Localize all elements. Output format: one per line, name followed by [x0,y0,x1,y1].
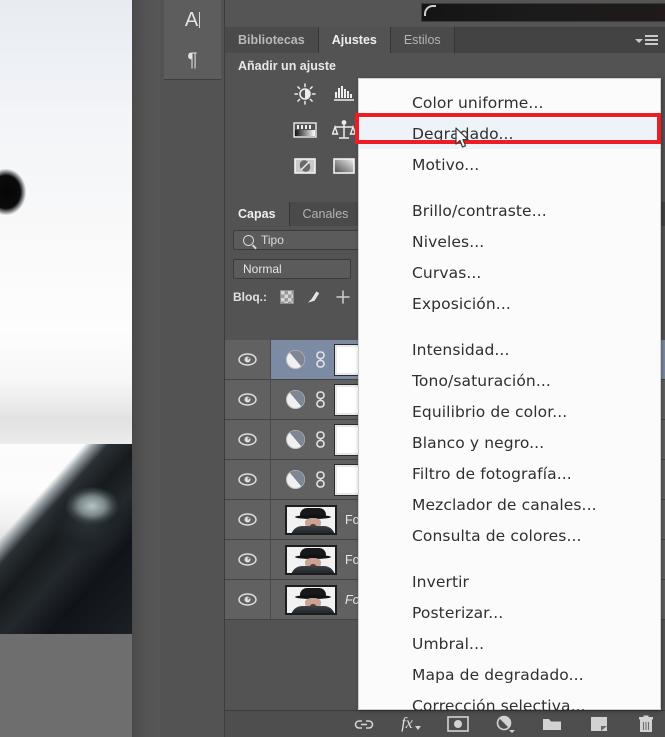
document-canvas[interactable] [0,0,132,737]
menu-item[interactable]: Equilibrio de color... [359,396,660,427]
layer-visibility-toggle[interactable] [225,380,271,419]
layer-filter-value: Tipo [261,233,284,247]
lock-position-icon[interactable] [334,289,351,306]
workspace-gutter [132,0,160,737]
menu-item[interactable]: Color uniforme... [359,87,660,118]
menu-item[interactable]: Umbral... [359,628,660,659]
layer-visibility-toggle[interactable] [225,500,271,539]
color-balance-icon[interactable] [289,117,321,143]
layer-thumbnail[interactable] [285,544,337,575]
canvas-photo [0,0,132,634]
character-panel-icon[interactable]: A [164,0,221,40]
canvas-background [0,634,132,737]
menu-item[interactable]: Posterizar... [359,597,660,628]
menu-separator [359,319,660,334]
menu-item[interactable]: Invertir [359,566,660,597]
eye-icon [238,513,257,526]
photo-detail-stitch [11,552,83,589]
levels-icon[interactable] [328,81,360,107]
blend-mode-value: Normal [243,262,282,276]
blend-mode-select[interactable]: Normal [233,259,351,279]
chevron-down-icon [414,726,421,730]
menu-item[interactable]: Tono/saturación... [359,365,660,396]
link-mask-icon[interactable] [314,431,327,448]
eye-icon [238,353,257,366]
add-adjustment-dropdown-menu[interactable]: Color uniforme... Degradado... Motivo... Br… [358,78,661,715]
posterize-icon[interactable] [289,153,321,179]
adjustments-panel-title: Añadir un ajuste [238,59,336,73]
tab-bibliotecas[interactable]: Bibliotecas [225,27,319,53]
layer-visibility-toggle[interactable] [225,580,271,619]
eye-icon [238,593,257,606]
black-and-white-icon[interactable] [328,117,360,143]
menu-item[interactable]: Intensidad... [359,334,660,365]
tab-ajustes-label: Ajustes [331,33,377,47]
adjustment-layer-icon [286,390,305,409]
paragraph-panel-glyph: ¶ [187,49,198,71]
tab-ajustes[interactable]: Ajustes [318,27,391,53]
menu-item[interactable]: Mezclador de canales... [359,489,660,520]
menu-item[interactable]: Motivo... [359,149,660,180]
lock-transparent-pixels-icon[interactable] [278,289,295,306]
adjustment-layer-icon [286,350,305,369]
panel-dock-strip: A ¶ [160,0,225,737]
tab-canales[interactable]: Canales [289,202,363,226]
layer-thumbnail[interactable] [285,584,337,615]
menu-item[interactable]: Brillo/contraste... [359,195,660,226]
link-mask-icon[interactable] [314,471,327,488]
tabs-filler [454,27,665,53]
menu-separator [359,180,660,195]
photo-detail-stitch-2 [13,565,127,609]
panel-menu-icon[interactable] [635,32,659,48]
gradient-stop-handle[interactable] [424,5,436,16]
menu-item[interactable]: Corrección selectiva... [359,690,660,721]
options-bar [225,0,665,26]
eye-icon [238,393,257,406]
menu-separator [359,551,660,566]
tab-canales-label: Canales [302,207,349,221]
link-mask-icon[interactable] [314,351,327,368]
tab-estilos-label: Estilos [403,33,441,47]
lock-image-pixels-icon[interactable] [306,289,323,306]
tab-capas[interactable]: Capas [225,202,290,226]
eye-icon [238,553,257,566]
layer-visibility-toggle[interactable] [225,340,271,379]
layer-visibility-toggle[interactable] [225,420,271,459]
collapsed-panel-icons[interactable]: A ¶ [164,0,221,80]
tab-bibliotecas-label: Bibliotecas [238,33,305,47]
menu-item[interactable]: Mapa de degradado... [359,659,660,690]
adjustment-layer-icon [286,470,305,489]
brightness-contrast-icon[interactable] [289,81,321,107]
adjustments-panel-tabs: Bibliotecas Ajustes Estilos [225,27,665,53]
layer-thumbnail[interactable] [285,504,337,535]
adjustment-layer-icon [286,430,305,449]
tab-capas-label: Capas [238,207,276,221]
search-icon [243,234,254,246]
eye-icon [238,433,257,446]
lock-label: Bloq.: [233,290,267,304]
gradient-map-icon[interactable] [328,153,360,179]
menu-item[interactable]: Consulta de colores... [359,520,660,551]
menu-item[interactable]: Filtro de fotografía... [359,458,660,489]
layer-visibility-toggle[interactable] [225,540,271,579]
layer-visibility-toggle[interactable] [225,460,271,499]
menu-item[interactable]: Exposición... [359,288,660,319]
menu-item[interactable]: Niveles... [359,226,660,257]
menu-item[interactable]: Blanco y negro... [359,427,660,458]
text-caret [199,12,201,28]
eye-icon [238,473,257,486]
menu-item[interactable]: Degradado... [359,118,660,149]
hamburger-icon [645,34,658,46]
link-mask-icon[interactable] [314,391,327,408]
character-panel-glyph: A [184,9,199,31]
tab-estilos[interactable]: Estilos [390,27,455,53]
paragraph-panel-icon[interactable]: ¶ [164,40,221,80]
chevron-down-icon [635,38,643,43]
gradient-preview-swatch[interactable] [421,3,665,22]
menu-item[interactable]: Curvas... [359,257,660,288]
